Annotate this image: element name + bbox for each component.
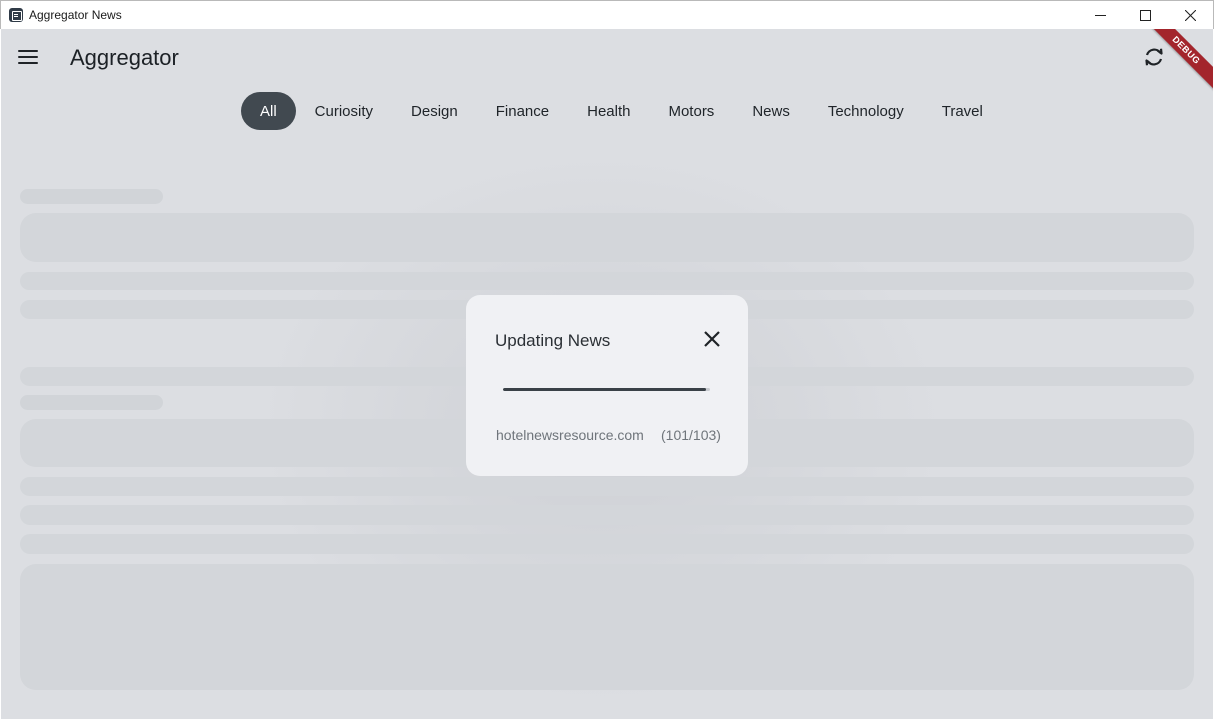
window-title: Aggregator News [29, 8, 122, 22]
skeleton-line [20, 272, 1194, 290]
skeleton-line [20, 189, 163, 204]
window-titlebar[interactable]: Aggregator News [0, 0, 1214, 29]
maximize-icon[interactable] [1123, 1, 1168, 30]
tab-news[interactable]: News [733, 92, 809, 130]
app-title: Aggregator [70, 45, 179, 70]
tab-curiosity[interactable]: Curiosity [296, 92, 392, 130]
window-controls [1078, 1, 1213, 30]
skeleton-line [20, 534, 1194, 554]
app-window-icon [9, 8, 23, 22]
dialog-title: Updating News [495, 331, 611, 350]
app-content: Aggregator DEBUG All Curiosity Design Fi… [1, 29, 1213, 719]
tab-finance[interactable]: Finance [477, 92, 568, 130]
category-tabs: All Curiosity Design Finance Health Moto… [241, 92, 1002, 130]
minimize-icon[interactable] [1078, 1, 1123, 30]
progress-count: (101/103) [661, 427, 721, 443]
skeleton-line [20, 477, 1194, 496]
tab-all[interactable]: All [241, 92, 296, 130]
update-progress-bar [503, 388, 710, 391]
tab-technology[interactable]: Technology [809, 92, 923, 130]
skeleton-line [20, 395, 163, 410]
menu-icon[interactable] [15, 45, 41, 69]
tab-travel[interactable]: Travel [923, 92, 1002, 130]
skeleton-card [20, 213, 1194, 262]
close-icon[interactable] [702, 329, 722, 349]
tab-health[interactable]: Health [568, 92, 649, 130]
tab-design[interactable]: Design [392, 92, 477, 130]
refresh-icon[interactable] [1142, 45, 1166, 69]
tab-motors[interactable]: Motors [649, 92, 733, 130]
skeleton-card [20, 564, 1194, 690]
skeleton-line [20, 505, 1194, 525]
updating-news-dialog: Updating News hotelnewsresource.com (101… [466, 295, 748, 476]
current-source: hotelnewsresource.com [496, 427, 644, 443]
update-progress-fill [503, 388, 706, 391]
close-icon[interactable] [1168, 1, 1213, 30]
